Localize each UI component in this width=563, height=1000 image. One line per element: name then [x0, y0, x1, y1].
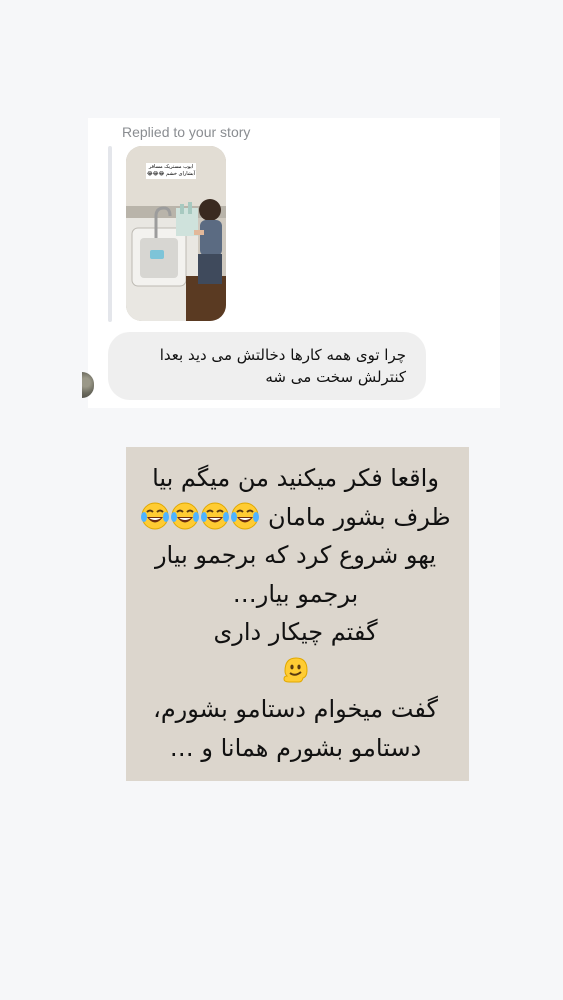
reply-quote-bar: [108, 146, 112, 322]
note-line-5: گفتم چیکار داری: [213, 618, 378, 646]
message-line-2: کنترلش سخت می شه: [265, 368, 406, 386]
note-line-2-text: ظرف بشور مامان: [268, 502, 451, 531]
sender-avatar[interactable]: [82, 372, 94, 398]
note-line-7: گفت میخوام دستامو بشورم،: [153, 695, 438, 723]
tears-of-joy-icon: [201, 502, 230, 529]
story-text-note: واقعا فکر میکنید من میگم بیا ظرف بشور ما…: [126, 447, 469, 781]
tears-of-joy-icon: [231, 502, 260, 529]
note-line-1: واقعا فکر میکنید من میگم بیا: [152, 464, 439, 492]
tears-of-joy-icon: [171, 502, 200, 529]
note-line-2: ظرف بشور مامان: [134, 498, 457, 537]
tears-of-joy-icon: [141, 502, 170, 529]
replied-to-story-label: Replied to your story: [122, 124, 251, 140]
story-thumbnail[interactable]: ایوب مستریک مسافر آبشارای خشم 😂😂😂: [126, 146, 226, 321]
note-line-8: دستامو بشورم همانا و …: [169, 733, 422, 762]
laughing-emoji-group: [140, 498, 260, 537]
story-caption: ایوب مستریک مسافر آبشارای خشم 😂😂😂: [146, 163, 196, 179]
story-reply-card: Replied to your story ایوب مستریک مسافر …: [82, 118, 500, 408]
melting-face-icon: [282, 656, 308, 682]
message-line-1: چرا توی همه کارها دخالتش می دید بعدا: [159, 346, 406, 364]
note-line-6: [134, 652, 457, 691]
note-line-3: یهو شروع کرد که برجمو بیار: [154, 541, 437, 569]
reply-message-bubble[interactable]: چرا توی همه کارها دخالتش می دید بعدا کنت…: [108, 332, 426, 400]
note-line-4: برجمو بیار…: [232, 579, 359, 608]
